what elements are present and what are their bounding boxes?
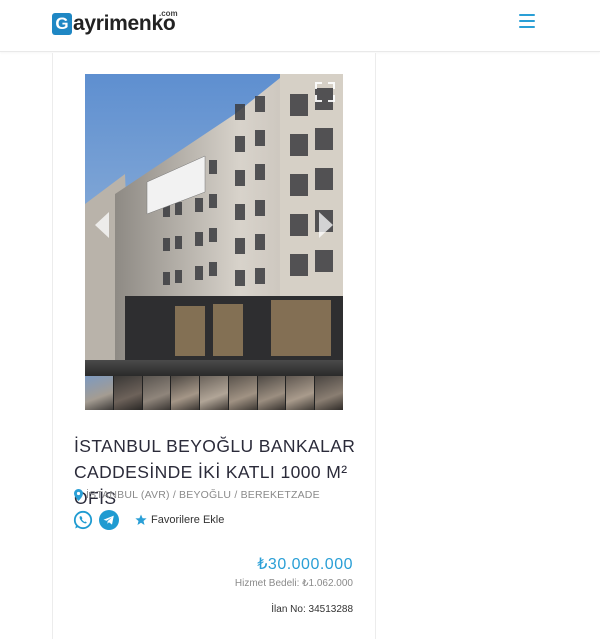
logo-letter: G xyxy=(52,13,72,35)
location-text: İSTANBUL (AVR) / BEYOĞLU / BEREKETZADE xyxy=(86,489,320,501)
share-row: Favorilere Ekle xyxy=(73,510,224,530)
map-pin-icon xyxy=(74,489,83,501)
logo-suffix: .com xyxy=(159,9,178,18)
thumbnail[interactable] xyxy=(286,376,315,410)
expand-icon[interactable] xyxy=(314,81,336,103)
thumbnail[interactable] xyxy=(200,376,228,410)
photo-gallery xyxy=(85,74,343,410)
service-fee: Hizmet Bedeli: ₺1.062.000 xyxy=(234,578,353,589)
thumbnail[interactable] xyxy=(113,376,142,410)
listing-price: ₺30.000.000 xyxy=(257,556,353,573)
chevron-left-icon[interactable] xyxy=(91,210,113,240)
main-listing-photo[interactable] xyxy=(85,74,343,376)
listing-number: İlan No: 34513288 xyxy=(271,604,353,615)
thumbnail[interactable] xyxy=(85,376,113,410)
thumbnail[interactable] xyxy=(228,376,257,410)
hamburger-menu-icon[interactable] xyxy=(519,14,535,28)
star-icon xyxy=(135,514,147,525)
site-header: G ayrimenko .com xyxy=(0,0,600,52)
favorites-label: Favorilere Ekle xyxy=(151,514,225,526)
thumbnail[interactable] xyxy=(171,376,200,410)
thumbnail[interactable] xyxy=(315,376,343,410)
thumbnail-strip xyxy=(85,376,343,410)
whatsapp-icon[interactable] xyxy=(73,510,93,530)
site-logo[interactable]: G ayrimenko .com xyxy=(52,9,178,35)
add-to-favorites-button[interactable]: Favorilere Ekle xyxy=(135,514,224,526)
chevron-right-icon[interactable] xyxy=(315,210,337,240)
telegram-icon[interactable] xyxy=(99,510,119,530)
listing-location: İSTANBUL (AVR) / BEYOĞLU / BEREKETZADE xyxy=(74,489,320,501)
thumbnail[interactable] xyxy=(142,376,171,410)
thumbnail[interactable] xyxy=(257,376,286,410)
